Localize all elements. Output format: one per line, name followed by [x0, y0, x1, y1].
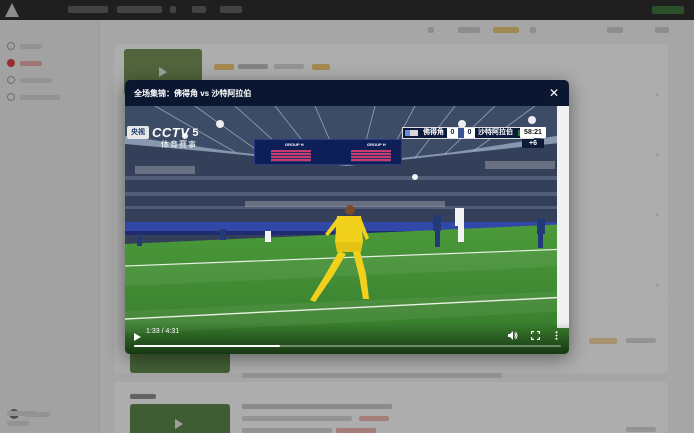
video-modal: 全场集锦：佛得角 vs 沙特阿拉伯 ✕ 央视 CCTV 5 体育赛事 GROUP… — [125, 80, 569, 354]
channel-subtitle: 体育赛事 — [161, 140, 197, 149]
time-separator: / — [161, 328, 164, 335]
play-icon[interactable] — [134, 328, 141, 346]
channel-name: CCTV — [152, 125, 190, 140]
jumbotron-right-graphic — [351, 150, 391, 162]
away-team-name: 沙特阿拉伯 — [478, 129, 513, 136]
channel-number: 5 — [192, 126, 199, 139]
channel-badge: 央视 — [127, 126, 149, 139]
scoreboard: 佛得角 0 0 沙特阿拉伯 — [402, 127, 534, 139]
jumbotron-left-graphic — [271, 150, 311, 162]
modal-title: 全场集锦：佛得角 vs 沙特阿拉伯 — [134, 89, 252, 98]
jumbotron-left-label: GROUP H — [285, 142, 304, 147]
time-display: 1:33 / 4:31 — [146, 328, 179, 335]
home-score: 0 — [447, 128, 458, 138]
player-controls: 1:33 / 4:31 — [125, 322, 569, 354]
stadium-jumbotron: GROUP H GROUP H — [254, 139, 402, 165]
close-icon[interactable]: ✕ — [547, 86, 561, 100]
jumbotron-right-label: GROUP H — [367, 142, 386, 147]
volume-icon[interactable] — [508, 327, 518, 345]
added-time: +6 — [522, 139, 544, 148]
away-score: 0 — [464, 128, 475, 138]
fullscreen-icon[interactable] — [530, 327, 541, 345]
modal-header: 全场集锦：佛得角 vs 沙特阿拉伯 ✕ — [125, 80, 569, 106]
progress-fill — [134, 345, 281, 347]
match-clock: 58:21 — [520, 127, 546, 138]
current-time: 1:33 — [146, 328, 160, 335]
video-player[interactable]: 央视 CCTV 5 体育赛事 GROUP H GROUP H 佛得角 0 0 沙… — [125, 106, 569, 354]
more-options-icon[interactable] — [555, 327, 558, 345]
progress-bar[interactable] — [134, 345, 561, 347]
channel-logo: 央视 CCTV 5 — [127, 125, 199, 140]
home-team-name: 佛得角 — [423, 129, 444, 136]
cape-verde-flag-icon — [405, 130, 418, 136]
duration: 4:31 — [165, 328, 180, 335]
